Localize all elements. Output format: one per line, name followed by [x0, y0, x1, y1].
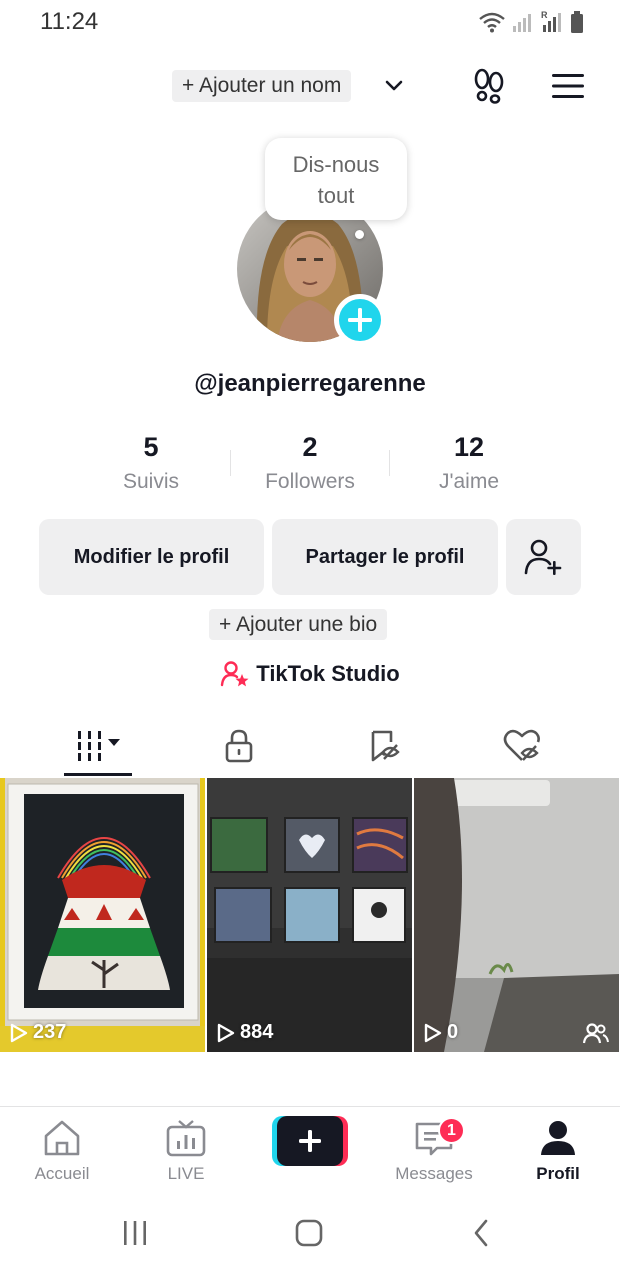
nav-label: Messages	[395, 1164, 473, 1183]
stat-label: Suivis	[122, 470, 180, 493]
tiktok-studio-link[interactable]: TikTok Studio	[0, 660, 620, 688]
create-button[interactable]	[272, 1116, 348, 1166]
lock-icon	[225, 729, 252, 763]
stat-value: 2	[302, 432, 318, 462]
studio-icon	[221, 661, 249, 687]
bookmark-hidden-icon	[371, 730, 400, 762]
nav-label: Accueil	[34, 1164, 90, 1183]
menu-icon[interactable]	[550, 72, 586, 100]
bubble-line-2: tout	[317, 183, 355, 208]
video-thumbnail[interactable]: 884	[207, 778, 412, 1052]
live-tv-icon	[166, 1120, 206, 1157]
status-bar: 11:24 R	[0, 0, 620, 44]
status-time: 11:24	[40, 8, 99, 35]
videos-grid-icon	[77, 731, 120, 761]
back-icon[interactable]	[468, 1218, 496, 1248]
system-navigation	[0, 1196, 620, 1274]
nav-live[interactable]: LIVE	[124, 1119, 248, 1184]
stat-followers[interactable]: 2 Followers	[220, 430, 400, 494]
friends-icon	[583, 1023, 609, 1044]
profile-icon	[541, 1121, 575, 1155]
tab-saved[interactable]	[306, 716, 461, 776]
studio-label: TikTok Studio	[256, 661, 400, 686]
stat-label: Followers	[265, 470, 355, 493]
add-name-button[interactable]: + Ajouter un nom	[172, 70, 352, 102]
nav-messages[interactable]: 1 Messages	[372, 1117, 496, 1184]
nav-home[interactable]: Accueil	[0, 1119, 124, 1184]
view-count-value: 884	[240, 1021, 274, 1043]
edit-profile-button[interactable]: Modifier le profil	[39, 519, 264, 595]
add-bio-button[interactable]: + Ajouter une bio	[209, 609, 388, 640]
chevron-down-icon[interactable]	[383, 75, 405, 97]
home-button-icon[interactable]	[293, 1218, 325, 1248]
add-avatar-button[interactable]	[334, 294, 386, 346]
notification-badge: 1	[438, 1117, 465, 1144]
stat-value: 12	[453, 432, 485, 462]
stat-value: 5	[143, 432, 159, 462]
tab-videos[interactable]	[21, 716, 176, 776]
recent-apps-icon[interactable]	[120, 1218, 150, 1248]
footprints-icon[interactable]	[472, 68, 506, 104]
share-profile-button[interactable]: Partager le profil	[272, 519, 498, 595]
nav-label: LIVE	[167, 1164, 205, 1183]
play-icon	[10, 1023, 28, 1042]
heart-hidden-icon	[503, 729, 540, 761]
wifi-icon	[479, 12, 505, 33]
view-count: 237	[10, 1021, 66, 1044]
battery-icon	[571, 11, 583, 33]
stat-likes[interactable]: 12 J'aime	[379, 430, 559, 494]
plus-icon	[348, 308, 372, 332]
profile-header: + Ajouter un nom	[0, 66, 620, 110]
add-user-icon	[524, 539, 561, 575]
nav-label: Profil	[536, 1164, 580, 1183]
signal-roaming-icon: R	[541, 10, 561, 32]
view-count: 884	[217, 1021, 273, 1044]
play-icon	[424, 1023, 442, 1042]
add-friends-button[interactable]	[506, 519, 581, 595]
video-thumbnail[interactable]: 0	[414, 778, 619, 1052]
status-icons: R	[478, 9, 584, 33]
username: @jeanpierregarenne	[194, 370, 426, 397]
video-thumbnail-image	[0, 778, 205, 1052]
signal-icon	[513, 14, 531, 32]
view-count-value: 0	[447, 1021, 459, 1043]
content-tabs	[0, 716, 620, 776]
svg-text:R: R	[541, 10, 548, 20]
home-icon	[44, 1120, 80, 1156]
video-thumbnail-image	[414, 778, 619, 1052]
nav-profile[interactable]: Profil	[496, 1119, 620, 1184]
tab-liked[interactable]	[444, 716, 599, 776]
view-count-value: 237	[33, 1021, 67, 1043]
stat-label: J'aime	[438, 470, 500, 493]
video-thumbnail-image	[207, 778, 412, 1052]
bubble-tail	[355, 230, 364, 239]
tab-private[interactable]	[161, 716, 316, 776]
video-thumbnail[interactable]: 237	[0, 778, 205, 1052]
stat-following[interactable]: 5 Suivis	[61, 430, 241, 494]
view-count: 0	[424, 1021, 458, 1044]
prompt-bubble[interactable]: Dis-nous tout	[265, 138, 407, 220]
active-tab-indicator	[64, 773, 132, 776]
bubble-line-1: Dis-nous	[292, 152, 380, 177]
play-icon	[217, 1023, 235, 1042]
create-plus-icon	[272, 1116, 348, 1166]
